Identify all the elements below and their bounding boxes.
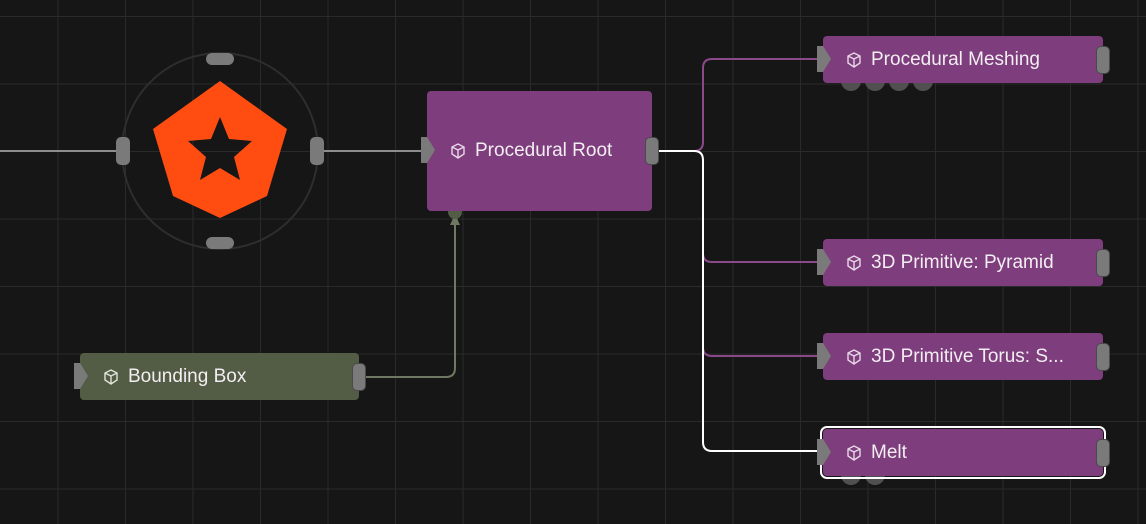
gear-star-logo-icon <box>153 81 287 218</box>
wire-root-to-torus <box>702 262 818 357</box>
input-port[interactable] <box>817 343 831 369</box>
logo-top-handle[interactable] <box>206 53 234 65</box>
node-label: 3D Primitive Torus: S... <box>871 345 1064 367</box>
input-port[interactable] <box>817 249 831 275</box>
cube-icon <box>104 368 118 385</box>
input-port[interactable] <box>74 363 88 389</box>
node-procedural-root[interactable]: Procedural Root <box>421 91 659 211</box>
node-label: Bounding Box <box>128 365 247 387</box>
output-port[interactable] <box>1096 343 1110 371</box>
node-label: 3D Primitive: Pyramid <box>871 251 1054 273</box>
output-port[interactable] <box>645 137 659 165</box>
wire-root-to-pyramid <box>702 160 818 263</box>
node-procedural-meshing[interactable]: Procedural Meshing <box>817 36 1110 83</box>
logo-bottom-handle[interactable] <box>206 237 234 249</box>
logo-right-port[interactable] <box>310 137 324 165</box>
output-port[interactable] <box>1096 439 1110 467</box>
output-port[interactable] <box>352 363 366 391</box>
cube-icon <box>847 444 861 461</box>
logo-node[interactable] <box>116 53 324 249</box>
cube-icon <box>847 51 861 68</box>
node-melt[interactable]: Melt <box>817 426 1110 479</box>
input-port[interactable] <box>421 137 435 163</box>
cube-icon <box>451 143 465 159</box>
node-label: Procedural Meshing <box>871 48 1040 70</box>
wire-root-to-meshing <box>658 58 818 152</box>
output-port[interactable] <box>1096 249 1110 277</box>
node-3d-primitive-torus[interactable]: 3D Primitive Torus: S... <box>817 333 1110 380</box>
input-port[interactable] <box>817 439 831 465</box>
node-3d-primitive-pyramid[interactable]: 3D Primitive: Pyramid <box>817 239 1110 286</box>
wire-root-to-melt <box>658 150 818 452</box>
node-label: Procedural Root <box>475 140 613 161</box>
node-label: Melt <box>871 441 907 463</box>
cube-icon <box>847 254 861 271</box>
input-port[interactable] <box>817 46 831 72</box>
node-bounding-box[interactable]: Bounding Box <box>74 353 366 400</box>
wire-bbox-to-root <box>366 222 456 378</box>
node-graph-canvas[interactable]: Procedural Root Bounding Box Procedural … <box>0 0 1146 524</box>
cube-icon <box>847 348 861 365</box>
output-port[interactable] <box>1096 46 1110 74</box>
logo-left-port[interactable] <box>116 137 130 165</box>
